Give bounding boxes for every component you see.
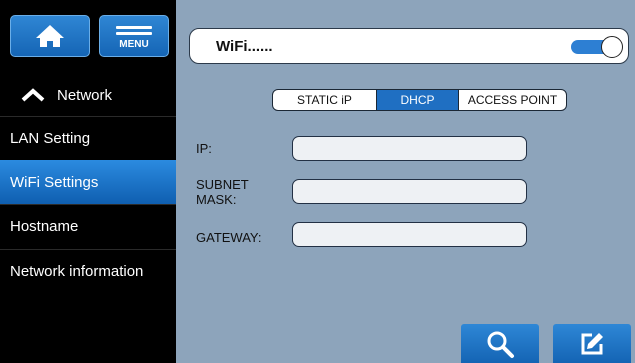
chevron-up-icon — [21, 88, 45, 102]
wifi-toggle[interactable] — [571, 36, 623, 58]
search-icon — [487, 331, 514, 358]
mode-selector: STATIC iP DHCP ACCESS POINT — [272, 89, 567, 111]
sidebar-item-network-information[interactable]: Network information — [0, 249, 176, 293]
sidebar-item-label: Network — [57, 86, 113, 104]
menu-label: MENU — [119, 38, 149, 50]
sidebar-item-label: LAN Setting — [10, 130, 91, 147]
menu-button[interactable]: MENU — [99, 15, 169, 57]
sidebar: MENU Network LAN Setting WiFi Settings H… — [0, 0, 176, 363]
toggle-knob — [601, 36, 623, 58]
sidebar-item-hostname[interactable]: Hostname — [0, 204, 176, 248]
home-icon — [36, 25, 64, 47]
subnet-mask-label: SUBNET MASK: — [196, 177, 249, 207]
ip-field[interactable] — [292, 136, 527, 161]
edit-button[interactable] — [553, 324, 631, 363]
wifi-label: WiFi...... — [216, 38, 273, 55]
sidebar-item-lan-setting[interactable]: LAN Setting — [0, 116, 176, 160]
mode-static-ip-button[interactable]: STATIC iP — [273, 90, 377, 110]
sidebar-item-label: Network information — [10, 263, 144, 280]
search-button[interactable] — [461, 324, 539, 363]
sidebar-item-label: WiFi Settings — [10, 173, 99, 191]
subnet-label-line2: MASK: — [196, 192, 237, 207]
home-button[interactable] — [10, 15, 90, 57]
sidebar-item-network[interactable]: Network — [0, 73, 176, 117]
gateway-label: GATEWAY: — [196, 230, 262, 245]
wifi-bar: WiFi...... — [189, 28, 629, 64]
menu-icon — [116, 23, 152, 38]
mode-dhcp-button[interactable]: DHCP — [377, 90, 459, 110]
edit-icon — [581, 332, 603, 354]
mode-access-point-button[interactable]: ACCESS POINT — [459, 90, 566, 110]
gateway-field[interactable] — [292, 222, 527, 247]
sidebar-item-label: Hostname — [10, 218, 79, 235]
main-panel: WiFi...... STATIC iP DHCP ACCESS POINT I… — [176, 0, 635, 363]
subnet-label-line1: SUBNET — [196, 177, 249, 192]
subnet-mask-field[interactable] — [292, 179, 527, 204]
sidebar-item-wifi-settings[interactable]: WiFi Settings — [0, 160, 176, 204]
ip-label: IP: — [196, 141, 212, 156]
